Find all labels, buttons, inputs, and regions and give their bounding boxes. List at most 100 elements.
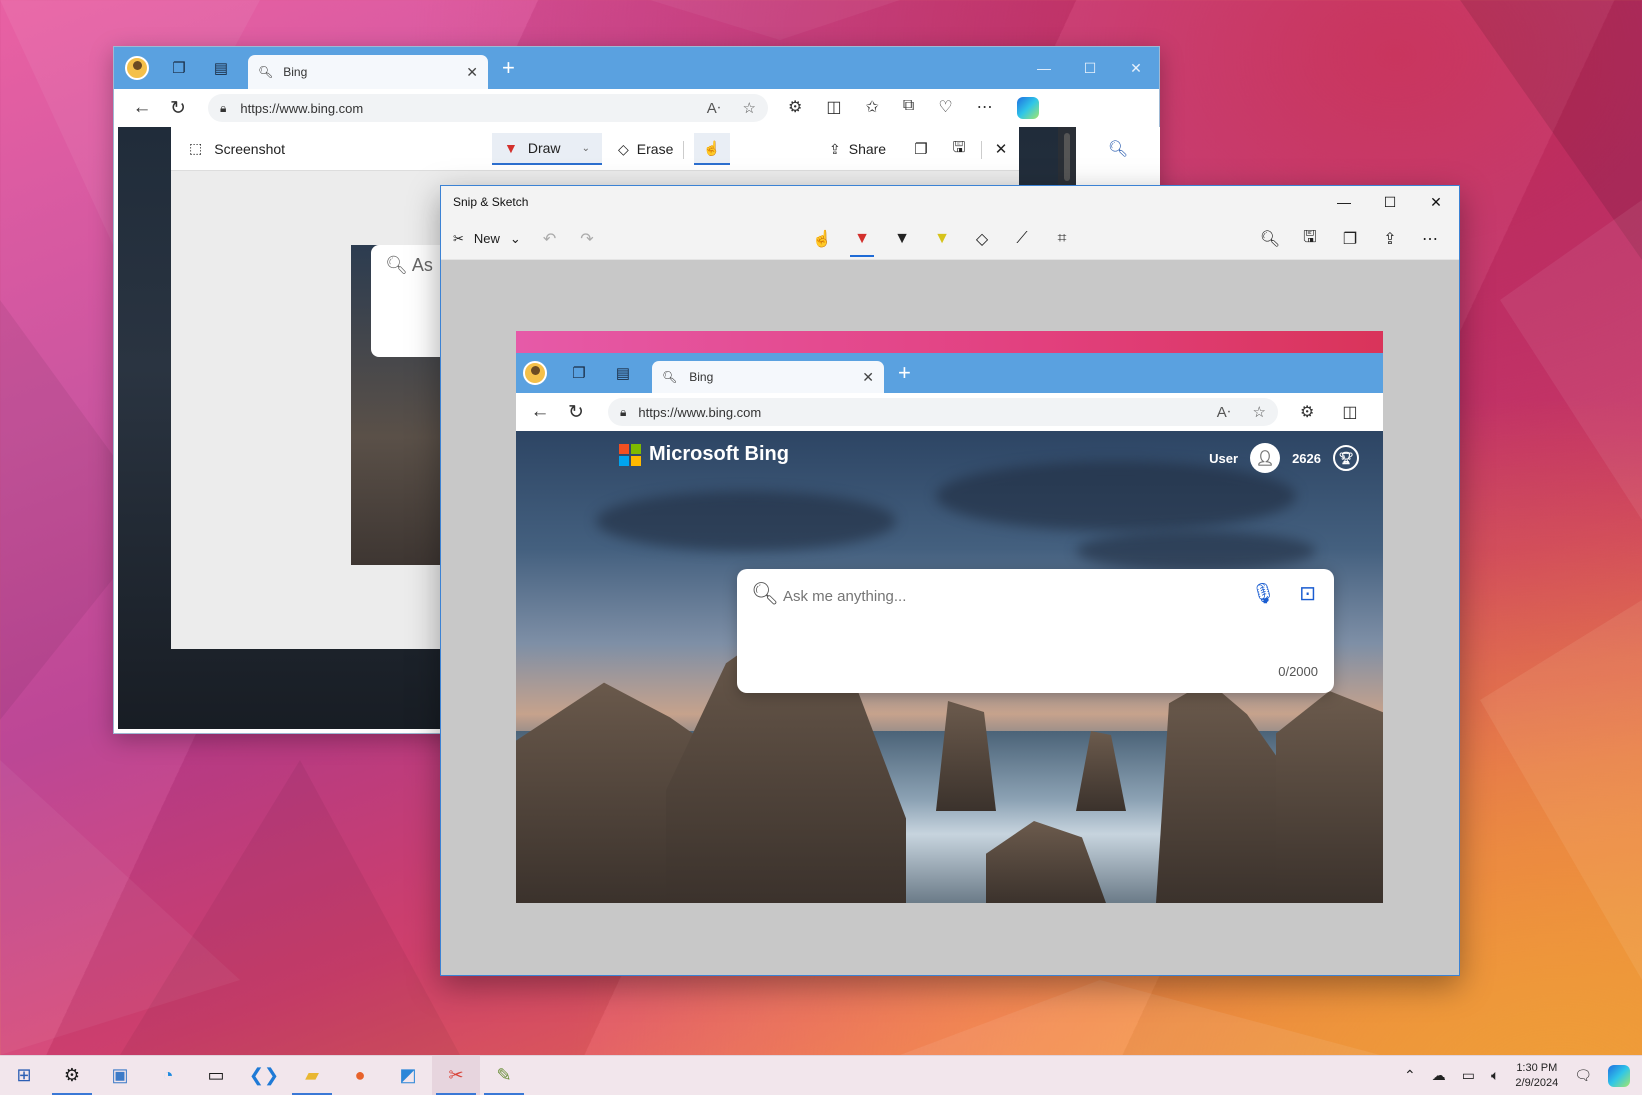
terminal-icon[interactable]: ▭ (192, 1056, 240, 1095)
logo-text: Microsoft Bing (649, 443, 789, 466)
date-text: 2/9/2024 (1515, 1076, 1558, 1091)
share-icon[interactable]: ⇪ (1370, 221, 1410, 257)
share-button[interactable]: ⇪ Share (829, 133, 886, 165)
tab-title: Bing (689, 370, 862, 384)
user-label[interactable]: User (1209, 451, 1238, 466)
favorites-icon[interactable]: ✩ (865, 97, 878, 119)
control-panel-icon[interactable]: ▣ (96, 1056, 144, 1095)
file-explorer-icon[interactable]: ▰ (288, 1056, 336, 1095)
favorite-star-icon[interactable]: ☆ (743, 99, 756, 117)
screenshot-toolbar: ⬚ Screenshot ▼ Draw ⌄ ◇ Erase ☝ ⇪ Share … (171, 127, 1019, 171)
read-aloud-icon[interactable]: Aᐧ (707, 99, 721, 117)
volume-icon[interactable]: 🔈︎ (1491, 1067, 1499, 1084)
snip-sketch-icon[interactable]: ✂ (432, 1056, 480, 1095)
refresh-icon[interactable]: ↻ (160, 97, 196, 120)
erase-button[interactable]: ◇ Erase (618, 133, 673, 165)
close-tab-icon[interactable]: ✕ (466, 64, 478, 81)
extensions-icon[interactable]: ⚙︎ (788, 97, 802, 119)
rewards-points[interactable]: 2626 (1292, 451, 1321, 466)
bing-account-area: User 👤︎ 2626 🏆︎ (1209, 443, 1359, 473)
close-screenshot-button[interactable]: ✕ (987, 133, 1015, 165)
system-tray: ⌃ ☁ ▭ 🔈︎ 1:30 PM 2/9/2024 🗨︎ (1404, 1061, 1642, 1091)
touch-icon: ☝ (703, 140, 720, 157)
start-icon[interactable]: ⊞ (0, 1056, 48, 1095)
vscode-icon[interactable]: ❮❯ (240, 1056, 288, 1095)
screenshot-icon: ⬚ (189, 140, 202, 157)
new-tab-button[interactable]: + (502, 55, 515, 81)
crop-icon[interactable]: ⌗ (1042, 221, 1082, 257)
profile-avatar[interactable] (122, 53, 152, 83)
collections-icon[interactable]: ⧉ (903, 97, 914, 119)
search-input[interactable] (783, 583, 1223, 609)
address-bar[interactable]: 🔒︎ https://www.bing.com Aᐧ ☆ (208, 94, 768, 122)
tab-bing: 🔍︎ Bing ✕ (652, 361, 884, 393)
maximize-button[interactable]: ☐ (1367, 194, 1413, 211)
browser-toolbar: ⚙︎ ◫ ✩ ⧉ ♡ ⋯ (788, 97, 1039, 119)
network-icon[interactable]: ▭ (1462, 1067, 1475, 1084)
save-button[interactable]: 🖫 (945, 133, 973, 165)
browser-essentials-icon[interactable]: ♡ (938, 97, 952, 119)
bing-logo[interactable]: Microsoft Bing (619, 443, 789, 466)
edge-tab-bar: ❐ ▤ 🔍︎ Bing ✕ + — ☐ ✕ (114, 47, 1159, 89)
more-icon[interactable]: ⋯ (1410, 221, 1450, 257)
edge-icon[interactable]: ◔ (144, 1056, 192, 1095)
undo-icon[interactable]: ↶ (543, 229, 556, 249)
captured-tab-bar: ❐ ▤ 🔍︎ Bing ✕ + (516, 353, 1383, 393)
redo-icon[interactable]: ↷ (580, 229, 593, 249)
tab-title: Bing (283, 65, 466, 79)
highlighter-icon[interactable]: ▼ (922, 221, 962, 257)
split-screen-icon: ◫ (1342, 402, 1357, 422)
chevron-up-icon[interactable]: ⌃ (1404, 1067, 1416, 1084)
preview-search-text: As (412, 255, 433, 275)
close-button[interactable]: ✕ (1113, 60, 1159, 77)
notifications-icon[interactable]: 🗨︎ (1574, 1067, 1592, 1084)
captured-address-row: ← ↻ 🔒︎ https://www.bing.com Aᐧ ☆ ⚙︎ ◫ (516, 393, 1383, 431)
draw-button[interactable]: ▼ Draw ⌄ (492, 133, 602, 165)
onedrive-icon[interactable]: ☁ (1432, 1067, 1446, 1084)
scrollbar[interactable] (1058, 127, 1076, 187)
pencil-icon[interactable]: ▼ (882, 221, 922, 257)
tab-bing[interactable]: 🔍︎ Bing ✕ (248, 55, 488, 89)
workspaces-icon[interactable]: ❐ (164, 53, 194, 83)
rock (1156, 681, 1286, 903)
close-button[interactable]: ✕ (1413, 194, 1459, 211)
copilot-icon[interactable] (1608, 1065, 1630, 1087)
bing-search-box[interactable]: 🔍︎ 🎙︎ ⊡ 0/2000 (737, 569, 1334, 693)
touch-writing-icon[interactable]: ☝ (802, 221, 842, 257)
clock[interactable]: 1:30 PM 2/9/2024 (1515, 1061, 1558, 1091)
copy-button[interactable]: ❐ (907, 133, 935, 165)
user-avatar-icon[interactable]: 👤︎ (1250, 443, 1280, 473)
minimize-button[interactable]: — (1021, 60, 1067, 76)
pen-icon: ▼ (504, 140, 518, 156)
settings-icon[interactable]: ⚙ (48, 1056, 96, 1095)
more-icon[interactable]: ⋯ (977, 97, 993, 119)
rewards-trophy-icon[interactable]: 🏆︎ (1333, 445, 1359, 471)
photos-icon[interactable]: ◩ (384, 1056, 432, 1095)
ballpoint-pen-icon[interactable]: ▼ (842, 221, 882, 257)
visual-search-icon[interactable]: ⊡ (1299, 581, 1316, 606)
touch-draw-button[interactable]: ☝ (694, 133, 730, 165)
copy-icon[interactable]: ❐ (1330, 221, 1370, 257)
tab-actions-icon[interactable]: ▤ (206, 53, 236, 83)
microphone-icon[interactable]: 🎙︎ (1251, 581, 1276, 606)
split-screen-icon[interactable]: ◫ (826, 97, 841, 119)
maximize-button[interactable]: ☐ (1067, 60, 1113, 77)
paint-icon[interactable]: ✎ (480, 1056, 528, 1095)
eraser-icon[interactable]: ◇ (962, 221, 1002, 257)
ruler-icon[interactable]: ⟋ (1002, 221, 1042, 257)
new-button[interactable]: ✂ New ⌄ (453, 231, 521, 247)
chevron-down-icon[interactable]: ⌄ (582, 143, 590, 154)
minimize-button[interactable]: — (1321, 194, 1367, 210)
back-icon[interactable]: ← (124, 97, 160, 119)
snip-toolbar: ✂ New ⌄ ↶ ↷ ☝ ▼ ▼ ▼ ◇ ⟋ ⌗ 🔍︎ 🖫 ❐ ⇪ ⋯ (441, 218, 1459, 260)
save-icon[interactable]: 🖫 (1290, 221, 1330, 257)
search-icon: 🔍︎ (751, 581, 779, 607)
chevron-down-icon[interactable]: ⌄ (510, 231, 521, 247)
tab-actions-icon: ▤ (608, 358, 638, 388)
time-text: 1:30 PM (1515, 1061, 1558, 1076)
bing-homepage: Microsoft Bing User 👤︎ 2626 🏆︎ 🔍︎ 🎙︎ ⊡ 0… (516, 431, 1383, 903)
zoom-icon[interactable]: 🔍︎ (1250, 221, 1290, 257)
microsoft-logo-icon (619, 444, 641, 466)
firefox-icon[interactable]: ● (336, 1056, 384, 1095)
copilot-icon[interactable] (1017, 97, 1039, 119)
